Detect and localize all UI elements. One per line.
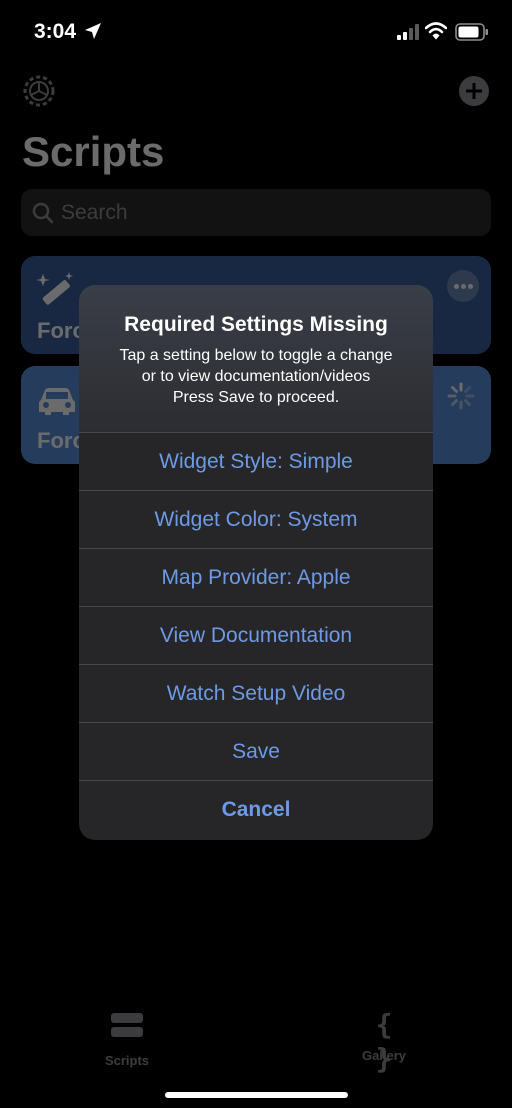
gallery-icon: { }	[375, 1008, 393, 1075]
alert-message: Tap a setting below to toggle a change o…	[79, 345, 433, 408]
loading-spinner-icon	[447, 382, 475, 410]
alert-title: Required Settings Missing	[124, 313, 388, 336]
alert-message-line: or to view documentation/videos	[141, 368, 371, 385]
more-options-icon[interactable]	[447, 270, 479, 302]
location-arrow-icon	[85, 23, 101, 39]
alert-header: Required Settings Missing Tap a setting …	[79, 285, 433, 432]
tab-scripts-label: Scripts	[104, 1053, 150, 1068]
settings-icon[interactable]	[22, 74, 56, 108]
tab-gallery[interactable]: { } Gallery	[324, 1008, 444, 1075]
status-bar: 3:04	[0, 0, 512, 64]
search-placeholder: Search	[61, 201, 128, 224]
cancel-button[interactable]: Cancel	[79, 780, 433, 838]
wifi-icon	[425, 22, 447, 40]
required-settings-alert: Required Settings Missing Tap a setting …	[79, 285, 433, 840]
widget-style-button[interactable]: Widget Style: Simple	[79, 432, 433, 490]
save-button[interactable]: Save	[79, 722, 433, 780]
add-icon[interactable]	[458, 75, 490, 107]
status-time: 3:04	[34, 20, 77, 43]
map-provider-button[interactable]: Map Provider: Apple	[79, 548, 433, 606]
search-icon	[32, 202, 54, 224]
page-title: Scripts	[22, 128, 165, 175]
alert-message-line: Tap a setting below to toggle a change	[119, 347, 393, 364]
search-field[interactable]: Search	[21, 189, 491, 236]
battery-icon	[455, 23, 488, 41]
tab-scripts[interactable]: Scripts	[67, 1008, 187, 1068]
tab-bar: Scripts { } Gallery	[0, 1000, 512, 1075]
script-card-label: Forc	[37, 318, 85, 343]
watch-setup-video-button[interactable]: Watch Setup Video	[79, 664, 433, 722]
tab-gallery-label: Gallery	[361, 1048, 407, 1063]
cellular-signal-icon	[397, 24, 419, 40]
view-documentation-button[interactable]: View Documentation	[79, 606, 433, 664]
widget-color-button[interactable]: Widget Color: System	[79, 490, 433, 548]
alert-message-line: Press Save to proceed.	[172, 389, 340, 406]
scripts-icon	[111, 1013, 143, 1037]
script-card-label: Forc	[37, 428, 85, 453]
car-icon	[39, 388, 75, 415]
home-indicator[interactable]	[165, 1092, 348, 1098]
magic-wand-icon	[36, 272, 73, 305]
